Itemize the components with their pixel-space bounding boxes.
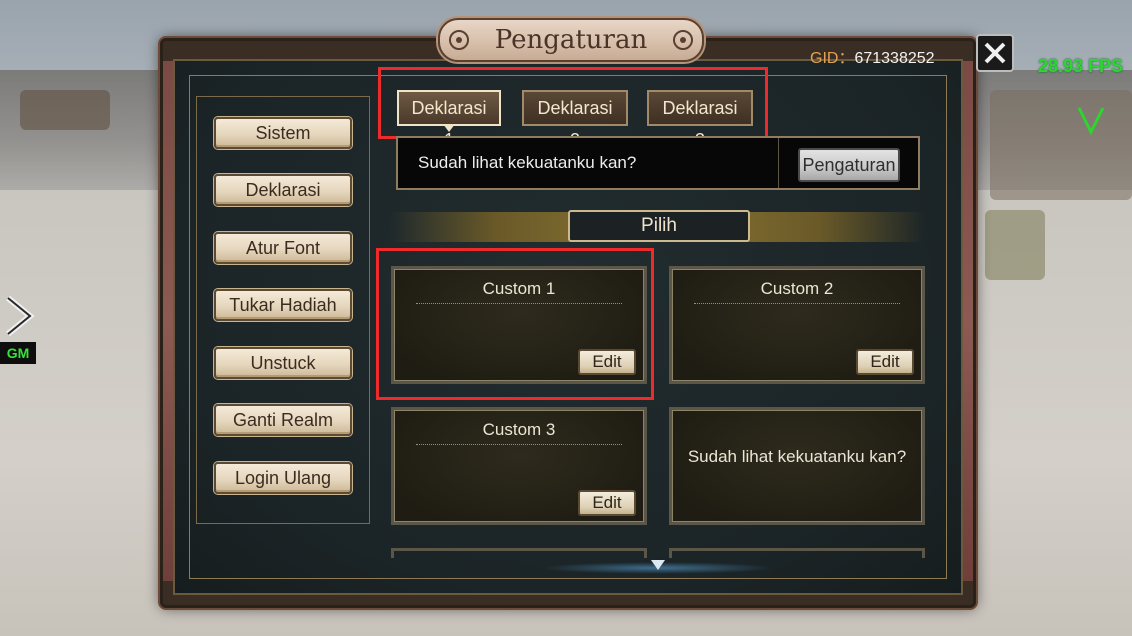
- background-building: [990, 90, 1132, 200]
- menu-button-login-ulang[interactable]: Login Ulang: [214, 462, 352, 494]
- custom-card-2[interactable]: Custom 2 Edit: [669, 266, 925, 384]
- edit-button[interactable]: Edit: [856, 349, 914, 375]
- dialog-side-band: [163, 61, 173, 581]
- checkmark-icon: [1077, 107, 1105, 136]
- background-building: [20, 90, 110, 130]
- close-icon: [984, 42, 1006, 64]
- declaration-divider: [778, 138, 779, 188]
- menu-button-sistem[interactable]: Sistem: [214, 117, 352, 149]
- menu-button-ganti-realm[interactable]: Ganti Realm: [214, 404, 352, 436]
- edit-button[interactable]: Edit: [578, 490, 636, 516]
- gid-display: GID：671338252: [810, 44, 935, 68]
- preset-card-text: Sudah lihat kekuatanku kan?: [687, 447, 907, 466]
- card-partial: [669, 548, 925, 558]
- declaration-settings-button[interactable]: Pengaturan: [798, 148, 900, 182]
- declaration-text: Sudah lihat kekuatanku kan?: [418, 153, 637, 172]
- fps-counter: 28.93 FPS: [1038, 56, 1124, 76]
- menu-button-tukar-hadiah[interactable]: Tukar Hadiah: [214, 289, 352, 321]
- pilih-label: Pilih: [568, 210, 750, 242]
- chevron-right-icon[interactable]: [4, 296, 38, 336]
- card-partial: [391, 548, 647, 558]
- menu-button-unstuck[interactable]: Unstuck: [214, 347, 352, 379]
- gid-value: 671338252: [854, 50, 935, 67]
- close-button[interactable]: [976, 34, 1014, 72]
- card-divider: [694, 303, 900, 304]
- preset-card[interactable]: Sudah lihat kekuatanku kan?: [669, 407, 925, 525]
- highlight-box-custom-1: [376, 248, 654, 400]
- title-ornament-left: [449, 30, 469, 50]
- card-divider: [416, 444, 622, 445]
- declaration-bar: Sudah lihat kekuatanku kan? Pengaturan: [396, 136, 920, 190]
- gid-label: GID：: [810, 50, 855, 67]
- menu-button-atur-font[interactable]: Atur Font: [214, 232, 352, 264]
- background-figure: [985, 210, 1045, 280]
- dialog-side-band: [963, 61, 973, 581]
- menu-button-deklarasi[interactable]: Deklarasi: [214, 174, 352, 206]
- chevron-down-icon[interactable]: [651, 560, 665, 570]
- card-title: Custom 3: [482, 420, 556, 439]
- title-ornament-right: [673, 30, 693, 50]
- gm-badge[interactable]: GM: [0, 342, 36, 364]
- custom-card-3[interactable]: Custom 3 Edit: [391, 407, 647, 525]
- highlight-box-tabs: [378, 67, 768, 139]
- card-title: Custom 2: [760, 279, 834, 298]
